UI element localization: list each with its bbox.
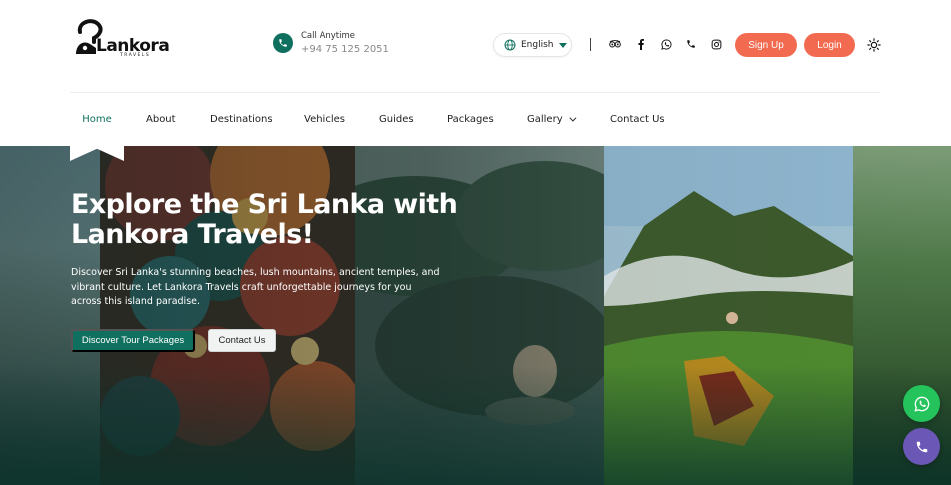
nav-vehicles[interactable]: Vehicles	[304, 93, 345, 146]
nav-contact-us[interactable]: Contact Us	[610, 93, 665, 146]
call-label: Call Anytime	[301, 31, 356, 41]
nav-gallery[interactable]: Gallery	[527, 93, 577, 146]
main-nav: Home About Destinations Vehicles Guides …	[70, 93, 880, 146]
phone-icon	[273, 33, 293, 54]
signup-button[interactable]: Sign Up	[735, 33, 797, 57]
whatsapp-icon	[913, 396, 929, 412]
floating-whatsapp-button[interactable]	[903, 385, 940, 422]
brand-logo[interactable]: Lankora TRAVELS	[74, 18, 170, 62]
discover-packages-button[interactable]: Discover Tour Packages	[71, 329, 195, 352]
hero-title-line1: Explore the Sri Lanka with	[71, 189, 458, 220]
phone-number[interactable]: +94 75 125 2051	[301, 44, 389, 55]
hero-section: Explore the Sri Lanka with Lankora Trave…	[0, 146, 951, 485]
tripadvisor-icon[interactable]	[609, 38, 621, 50]
nav-home[interactable]: Home	[70, 93, 124, 146]
nav-destinations[interactable]: Destinations	[210, 93, 273, 146]
phone-icon[interactable]	[685, 38, 697, 50]
language-selector[interactable]: English	[493, 33, 572, 57]
theme-toggle-sun-icon[interactable]	[867, 38, 881, 52]
nav-gallery-label: Gallery	[527, 114, 563, 125]
login-button[interactable]: Login	[804, 33, 855, 57]
facebook-icon[interactable]	[635, 38, 647, 50]
nav-guides[interactable]: Guides	[379, 93, 414, 146]
instagram-icon[interactable]	[710, 38, 722, 50]
brand-tagline: TRAVELS	[120, 53, 151, 58]
call-anytime[interactable]: Call Anytime +94 75 125 2051	[273, 32, 389, 55]
chevron-down-icon	[569, 114, 577, 122]
hero-description: Discover Sri Lanka's stunning beaches, l…	[71, 267, 440, 307]
divider	[590, 38, 591, 51]
language-label: English	[521, 40, 554, 50]
nav-packages[interactable]: Packages	[447, 93, 494, 146]
phone-icon	[916, 441, 927, 452]
hero-bottom-fade	[0, 365, 951, 485]
contact-us-button[interactable]: Contact Us	[208, 329, 276, 352]
whatsapp-icon[interactable]	[660, 38, 672, 50]
hero-title-line2: Lankora Travels!	[71, 219, 314, 250]
caret-down-icon	[558, 42, 567, 48]
hero-title: Explore the Sri Lanka with Lankora Trave…	[71, 190, 471, 250]
floating-call-button[interactable]	[903, 428, 940, 465]
top-bar: Lankora TRAVELS Call Anytime +94 75 125 …	[0, 0, 951, 92]
globe-icon	[504, 39, 516, 51]
nav-about[interactable]: About	[146, 93, 176, 146]
